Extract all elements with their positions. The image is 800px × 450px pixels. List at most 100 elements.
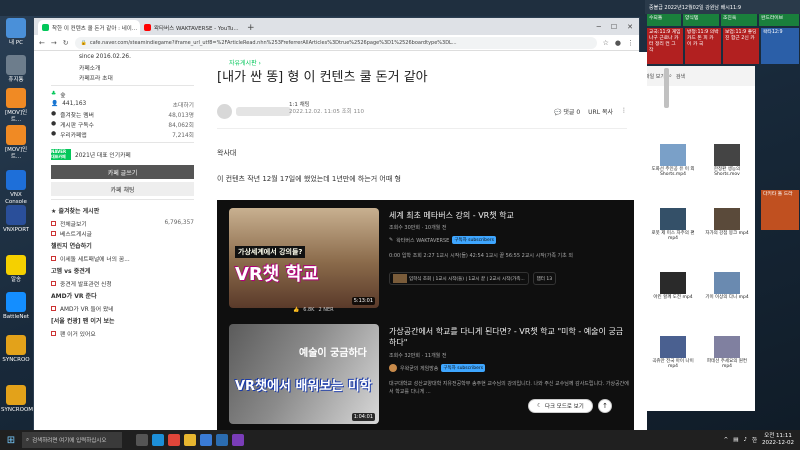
video-file[interactable]: 한정판 생능의 Shorts.mov	[703, 144, 751, 177]
video-file[interactable]: 자가의 강점 몽크 mp4	[703, 208, 751, 236]
minimize-icon[interactable]: ─	[597, 23, 601, 31]
maximize-icon[interactable]: ☐	[611, 23, 617, 31]
desktop-icon[interactable]: SYNCROOM	[1, 385, 33, 414]
desktop-icon[interactable]: [MOV]인트...	[1, 125, 31, 161]
board-item[interactable]: 전체글보기 6,796,357	[45, 218, 200, 228]
write-button[interactable]: 카페 글쓰기	[51, 165, 194, 179]
dark-mode-button[interactable]: ☾ 다크 모드로 보기	[528, 399, 593, 413]
cafe-invite-link[interactable]: 카페프라 초대	[45, 72, 200, 82]
url-copy-button[interactable]: URL 복사	[588, 107, 613, 116]
subscribe-badge[interactable]: 구독자 subscribers	[441, 364, 486, 372]
desktop-icon[interactable]: 알송	[1, 255, 31, 284]
edge-icon[interactable]	[152, 434, 164, 446]
video-file[interactable]: 도화선 주인공 유 이 외 Shorts.mp4	[649, 144, 697, 177]
channel-name[interactable]: 왁타버스 WAKTAVERSE	[396, 237, 449, 244]
video-file[interactable]: 기이 이상의 다니 mp4	[703, 272, 751, 300]
desktop-icon[interactable]: 내 PC	[1, 18, 31, 47]
comment-button[interactable]: 💬 댓글 0	[554, 107, 580, 116]
reload-icon[interactable]: ↻	[63, 39, 69, 47]
network-icon[interactable]: ▤	[733, 437, 738, 443]
divider	[51, 199, 194, 200]
clock[interactable]: 오전 11:11 2022-12-02	[762, 433, 794, 447]
tab-youtube[interactable]: 왁타버스 WAKTAVERSE - YouTu... ×	[140, 20, 242, 35]
board-item[interactable]: 베스트게시글	[45, 228, 200, 238]
board-item[interactable]: 중견게 발표관련 신청	[45, 278, 200, 288]
video-thumbnail[interactable]: 예술이 궁금하다 VR챗에서 배워보는 미학 1:04:01	[229, 324, 379, 424]
mail-icon[interactable]	[216, 434, 228, 446]
dashboard-tile[interactable]: 양식템	[683, 14, 719, 26]
desktop-icon[interactable]: BattleNet	[1, 292, 31, 321]
dashboard-tile[interactable]: 교국:11:9 게임나구 근로나 카터 정리 컨 그 작	[647, 28, 683, 64]
folder-icon[interactable]	[184, 434, 196, 446]
paragraph: 이 컨텐츠 작년 12월 17일에 했었는데 1년만에 하는거 어때 형	[217, 175, 401, 183]
video-file[interactable]: 아킨 할께 도전 mp4	[649, 272, 697, 300]
thumb-caption: 예술이 궁금하다	[299, 348, 367, 359]
avatar[interactable]	[217, 104, 232, 119]
channel-name[interactable]: 우왁굳의 게임방송	[400, 365, 438, 372]
invite-link[interactable]: 초대하기	[173, 100, 194, 109]
video-title[interactable]: 가상공간에서 학교를 다니게 된다면? - VR챗 학교 "미학 - 예술이 궁…	[389, 326, 629, 348]
taskbar-search[interactable]: ⌕ 검색하려면 여기에 입력하십시오	[22, 432, 122, 448]
close-window-icon[interactable]: ✕	[627, 23, 633, 31]
explorer-search[interactable]: 검색	[676, 73, 685, 80]
back-icon[interactable]: ←	[39, 39, 45, 47]
chat-link[interactable]: 1:1 채팅	[289, 102, 364, 109]
dashboard-tile[interactable]: 왁타12:9	[761, 28, 799, 64]
chapter-chip[interactable]: 입학식 조회 | 1교시 시작(들) | 1교시 끝 | 2교시 시작(가족..…	[389, 272, 529, 285]
star-icon[interactable]: ☆	[603, 39, 609, 47]
video-duration: 1:04:01	[351, 413, 375, 421]
file-label: 곡쥬만 전국 아이 나이 mp4	[652, 359, 694, 369]
chapter-chip[interactable]: 챕터 13	[532, 272, 557, 285]
dashboard-tile[interactable]: 다키타 돌 드라	[761, 190, 799, 230]
cafe-info-link[interactable]: 카페소개	[45, 62, 200, 72]
like-icon[interactable]: 👍	[293, 307, 299, 313]
video-file[interactable]: 파테선 주세요의 원컨 mp4	[703, 336, 751, 369]
more-icon[interactable]: ⋮	[621, 107, 627, 116]
profile-icon[interactable]: ●	[615, 39, 621, 47]
windows-start-icon[interactable]: ⊞	[0, 430, 22, 450]
subscribe-badge[interactable]: 구독자 subscribers	[452, 236, 496, 244]
menu-icon[interactable]: ⋮	[627, 39, 634, 47]
volume-icon[interactable]: ♪	[743, 437, 747, 443]
board-icon	[51, 230, 56, 236]
task-view-icon[interactable]	[136, 434, 148, 446]
file-label: 도화선 주인공 유 이 외 Shorts.mp4	[651, 167, 695, 177]
desktop-icon[interactable]: 휴지통	[1, 55, 31, 84]
ime-indicator[interactable]: 한	[752, 436, 757, 444]
desktop-icon[interactable]: VNXPORT	[1, 205, 31, 234]
scroll-top-button[interactable]: ↑	[598, 399, 612, 413]
desktop-icon[interactable]: SYNCROO	[1, 335, 31, 364]
thumb-title: VR챗 학교	[235, 264, 319, 285]
chrome-icon[interactable]	[168, 434, 180, 446]
desktop-icon[interactable]: [MOV]인트...	[1, 88, 31, 124]
explorer-view-label[interactable]: 파일 보기	[645, 73, 665, 80]
cafe-rank: ♣ 숲	[51, 91, 66, 99]
dashboard-tile[interactable]: 방청:11:9 의박 카드 돈 피 카 이 카 국	[685, 28, 721, 64]
app-icon[interactable]	[232, 434, 244, 446]
dashboard-tile[interactable]: 조진욱	[721, 14, 757, 26]
video-title[interactable]: 세계 최초 메타버스 강의 - VR챗 학교	[389, 210, 514, 221]
video-thumbnail[interactable]: 가상세계에서 강의들? VR챗 학교 5:13:01	[229, 208, 379, 308]
board-icon	[51, 280, 56, 286]
tab-cafe[interactable]: 착한 이 컨텐츠 쿨 돈거 같아 : 네이... ×	[38, 20, 140, 35]
address-bar[interactable]: 🔒 cafe.naver.com/steamindiegame?iframe_u…	[74, 36, 597, 49]
scrollbar[interactable]	[664, 68, 669, 108]
app-icon	[6, 205, 26, 225]
board-item[interactable]: 이세돌 세트패널에 너의 꿈...	[45, 253, 200, 263]
video-file[interactable]: 곡쥬만 전국 아이 나이 mp4	[649, 336, 697, 369]
forward-icon[interactable]: →	[51, 39, 57, 47]
dashboard-tile[interactable]: 보업:11:9 좋딩진 합근 2신 카	[723, 28, 759, 64]
new-tab-button[interactable]: +	[242, 23, 260, 35]
store-icon[interactable]	[200, 434, 212, 446]
dashboard-tile[interactable]: 완드라이브	[759, 14, 799, 26]
app-icon	[6, 88, 26, 108]
board-item[interactable]: AMD가 VR 들어 왔네	[45, 303, 200, 313]
search-icon[interactable]: ⌕	[669, 73, 672, 79]
board-item[interactable]: 팬 이거 있어요	[45, 328, 200, 338]
dashboard-tile[interactable]: 수되돌	[647, 14, 681, 26]
desktop-icon[interactable]: VNX Console	[1, 170, 31, 206]
chevron-up-icon[interactable]: ^	[724, 437, 729, 443]
article: 자유게시판 › [내가 싼 똥] 형 이 컨텐츠 쿨 돈거 같아 1:1 채팅 …	[217, 52, 647, 432]
chat-button[interactable]: 카페 채팅	[51, 182, 194, 196]
video-file[interactable]: 로봇 제 미스 자주의 편 mp4	[649, 208, 697, 241]
